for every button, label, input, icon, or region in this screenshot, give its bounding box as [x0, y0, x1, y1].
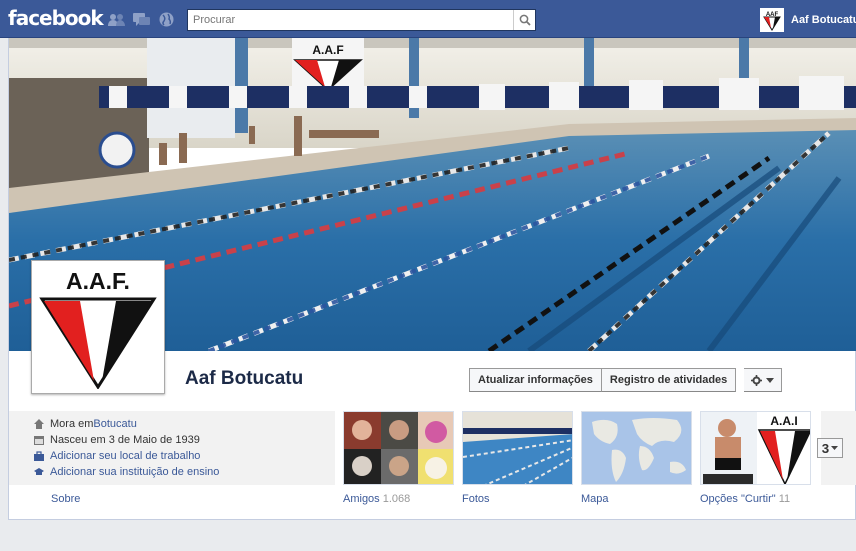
graduation-cap-icon: [34, 468, 44, 475]
chevron-down-icon: [831, 446, 839, 450]
top-bar: facebook AAF Aaf Botucatu: [0, 0, 856, 38]
friends-thumbnail[interactable]: [343, 411, 454, 485]
cover-logo-text: A.A.F: [312, 43, 343, 57]
user-menu[interactable]: AAF Aaf Botucatu: [760, 8, 856, 32]
profile-picture[interactable]: A.A.F.: [31, 260, 165, 394]
lives-in-label: Mora em: [50, 418, 94, 430]
notifications-globe-icon[interactable]: [158, 12, 175, 27]
add-school-link[interactable]: Adicionar sua instituição de ensino: [50, 466, 219, 478]
profile-actions: Atualizar informações Registro de ativid…: [469, 368, 783, 392]
add-work-link[interactable]: Adicionar seu local de trabalho: [50, 450, 200, 462]
profile-logo-text: A.A.F.: [66, 268, 130, 294]
about-link[interactable]: Sobre: [51, 493, 80, 505]
avatar: AAF: [760, 8, 784, 32]
home-icon: [34, 419, 44, 429]
lives-in-link[interactable]: Botucatu: [93, 418, 136, 430]
activity-log-button[interactable]: Registro de atividades: [601, 368, 737, 392]
chevron-down-icon: [766, 377, 775, 383]
born-row: Nasceu em 3 de Maio de 1939: [34, 434, 200, 446]
search-box: [187, 9, 536, 31]
search-input[interactable]: [188, 10, 508, 30]
profile-container: A.A.F A.A.F. Aaf Botucatu Atualizar info…: [8, 38, 856, 520]
profile-info: Mora em Botucatu Nasceu em 3 de Maio de …: [9, 411, 335, 485]
more-sections-button[interactable]: 3: [817, 438, 843, 458]
map-label[interactable]: Mapa: [581, 493, 609, 505]
photos-thumbnail[interactable]: [462, 411, 573, 485]
user-name[interactable]: Aaf Botucatu: [791, 14, 856, 26]
profile-name: Aaf Botucatu: [185, 368, 304, 389]
facebook-logo[interactable]: facebook: [8, 6, 104, 30]
friend-requests-icon[interactable]: [108, 12, 125, 27]
add-school-row: Adicionar sua instituição de ensino: [34, 466, 219, 478]
update-info-button[interactable]: Atualizar informações: [469, 368, 602, 392]
gear-icon: [751, 374, 763, 386]
likes-count: 11: [778, 493, 791, 505]
jewels: [108, 12, 175, 27]
friends-label[interactable]: Amigos: [343, 493, 380, 505]
likes-label[interactable]: Opções "Curtir": [700, 493, 776, 505]
cover-aaf-banner: A.A.F: [292, 38, 364, 92]
likes-label-row[interactable]: Opções "Curtir" 11: [700, 493, 790, 505]
messages-icon[interactable]: [133, 12, 150, 27]
svg-text:A.A.I: A.A.I: [770, 414, 797, 428]
search-button[interactable]: [513, 10, 535, 30]
likes-thumbnail[interactable]: A.A.I: [700, 411, 811, 485]
calendar-icon: [34, 436, 44, 445]
briefcase-icon: [34, 451, 44, 461]
lives-in-row: Mora em Botucatu: [34, 418, 137, 430]
more-sections-count: 3: [821, 440, 830, 456]
born-text: Nasceu em 3 de Maio de 1939: [50, 434, 200, 446]
map-thumbnail[interactable]: [581, 411, 692, 485]
add-work-row: Adicionar seu local de trabalho: [34, 450, 200, 462]
friends-label-row[interactable]: Amigos 1.068: [343, 493, 410, 505]
search-icon: [519, 14, 531, 26]
photos-label[interactable]: Fotos: [462, 493, 490, 505]
settings-menu-button[interactable]: [744, 368, 783, 392]
friends-count: 1.068: [382, 493, 411, 505]
